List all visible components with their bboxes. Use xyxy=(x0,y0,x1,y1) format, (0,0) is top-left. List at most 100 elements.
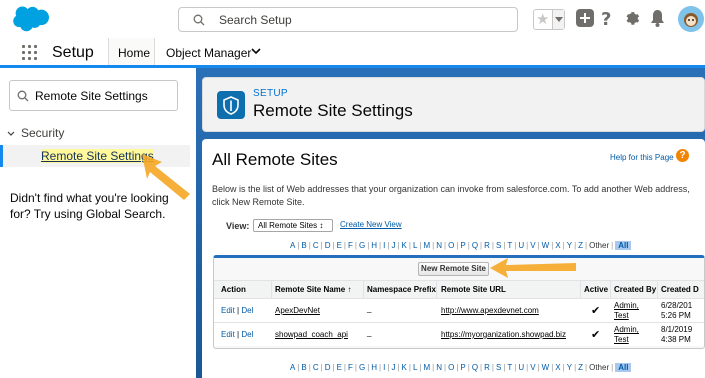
alpha-filter-letter[interactable]: Y xyxy=(567,363,572,372)
alpha-filter-letter[interactable]: A xyxy=(290,241,295,250)
alpha-filter-letter[interactable]: E xyxy=(337,363,342,372)
alpha-filter-letter[interactable]: T xyxy=(507,363,512,372)
help-link[interactable]: Help for this Page xyxy=(610,153,674,162)
delete-link[interactable]: Del xyxy=(241,306,253,315)
edit-link[interactable]: Edit xyxy=(221,306,235,315)
user-avatar[interactable] xyxy=(678,6,704,32)
delete-link[interactable]: Del xyxy=(241,330,253,339)
alpha-filter-other[interactable]: Other xyxy=(589,363,609,372)
alpha-filter-letter[interactable]: M xyxy=(423,241,430,250)
alpha-filter-letter[interactable]: S xyxy=(496,363,501,372)
alpha-filter-letter[interactable]: G xyxy=(359,241,365,250)
alpha-filter-letter[interactable]: K xyxy=(402,241,407,250)
main-content: All Remote Sites Help for this Page ? Be… xyxy=(202,139,705,378)
tree-item-label: Remote Site Settings xyxy=(41,149,154,163)
gear-icon[interactable] xyxy=(624,10,641,27)
col-created-date[interactable]: Created D xyxy=(661,285,699,294)
help-icon[interactable]: ? xyxy=(600,9,614,29)
created-by-link-line2[interactable]: Test xyxy=(614,335,629,344)
salesforce-logo[interactable] xyxy=(11,5,57,35)
remote-site-name-link[interactable]: ApexDevNet xyxy=(275,306,320,315)
help-question-icon[interactable]: ? xyxy=(676,149,689,162)
alpha-filter-letter[interactable]: R xyxy=(484,241,490,250)
remote-site-url[interactable]: http://www.apexdevnet.com xyxy=(441,306,539,315)
alpha-filter-letter[interactable]: J xyxy=(391,241,395,250)
alpha-filter-letter[interactable]: Z xyxy=(578,241,583,250)
created-by-link-line2[interactable]: Test xyxy=(614,311,629,320)
alpha-filter-all[interactable]: All xyxy=(615,363,632,372)
alpha-filter-letter[interactable]: P xyxy=(460,363,465,372)
alpha-filter-letter[interactable]: U xyxy=(518,241,524,250)
alpha-filter-letter[interactable]: O xyxy=(448,363,454,372)
alpha-filter-letter[interactable]: P xyxy=(460,241,465,250)
created-by-link[interactable]: Admin, xyxy=(614,301,639,310)
alpha-filter-letter[interactable]: N xyxy=(436,241,442,250)
alpha-filter-letter[interactable]: I xyxy=(383,241,385,250)
favorites-dropdown[interactable] xyxy=(552,10,564,29)
alpha-filter-letter[interactable]: Y xyxy=(567,241,572,250)
alpha-filter-letter[interactable]: E xyxy=(337,241,342,250)
created-by-link[interactable]: Admin, xyxy=(614,325,639,334)
global-actions-icon[interactable] xyxy=(576,9,594,27)
global-search-input[interactable]: Search Setup xyxy=(178,7,518,32)
alpha-filter-letter[interactable]: B xyxy=(301,241,306,250)
alpha-filter-letter[interactable]: C xyxy=(313,363,319,372)
col-namespace-prefix[interactable]: Namespace Prefix xyxy=(367,285,436,294)
chevron-down-icon[interactable] xyxy=(251,48,261,55)
tab-object-manager[interactable]: Object Manager xyxy=(166,46,251,60)
alpha-filter-letter[interactable]: D xyxy=(325,241,331,250)
app-launcher-icon[interactable] xyxy=(22,45,38,61)
remote-site-name-link[interactable]: showpad_coach_api xyxy=(275,330,348,339)
alpha-filter-letter[interactable]: U xyxy=(518,363,524,372)
alpha-filter-letter[interactable]: N xyxy=(436,363,442,372)
alpha-filter-letter[interactable]: G xyxy=(359,363,365,372)
alpha-filter-letter[interactable]: Z xyxy=(578,363,583,372)
alpha-filter-letter[interactable]: L xyxy=(413,241,417,250)
new-remote-site-button[interactable]: New Remote Site xyxy=(418,262,489,276)
alpha-filter-letter[interactable]: T xyxy=(507,241,512,250)
col-created-by[interactable]: Created By xyxy=(614,285,656,294)
alpha-filter-letter[interactable]: I xyxy=(383,363,385,372)
alpha-filter-letter[interactable]: X xyxy=(555,241,560,250)
table-header: Action Remote Site Name ↑ Namespace Pref… xyxy=(214,280,704,299)
alpha-filter-letter[interactable]: K xyxy=(402,363,407,372)
alpha-filter-letter[interactable]: S xyxy=(496,241,501,250)
alpha-filter-letter[interactable]: C xyxy=(313,241,319,250)
alpha-filter-letter[interactable]: L xyxy=(413,363,417,372)
alpha-filter-letter[interactable]: O xyxy=(448,241,454,250)
alpha-filter-letter[interactable]: X xyxy=(555,363,560,372)
tree-section-security[interactable]: Security xyxy=(7,126,64,140)
alpha-filter-all[interactable]: All xyxy=(615,241,632,250)
alpha-filter-letter[interactable]: W xyxy=(542,363,550,372)
quick-find-input[interactable]: Remote Site Settings xyxy=(9,80,178,111)
namespace-prefix: _ xyxy=(367,328,372,337)
alpha-filter-letter[interactable]: Q xyxy=(472,363,478,372)
favorites-button[interactable]: ★ xyxy=(533,9,565,30)
create-new-view-link[interactable]: Create New View xyxy=(340,220,402,229)
notifications-bell-icon[interactable] xyxy=(650,10,665,27)
col-remote-site-url[interactable]: Remote Site URL xyxy=(441,285,506,294)
alpha-filter-letter[interactable]: V xyxy=(530,363,535,372)
edit-link[interactable]: Edit xyxy=(221,330,235,339)
remote-site-url[interactable]: https://myorganization.showpad.biz xyxy=(441,330,566,339)
alpha-filter-letter[interactable]: R xyxy=(484,363,490,372)
alpha-filter-letter[interactable]: M xyxy=(423,363,430,372)
alpha-filter-letter[interactable]: F xyxy=(348,241,353,250)
alpha-filter-letter[interactable]: D xyxy=(325,363,331,372)
alpha-filter-other[interactable]: Other xyxy=(589,241,609,250)
view-select[interactable]: All Remote Sites ↕ xyxy=(253,219,333,232)
alpha-filter-letter[interactable]: F xyxy=(348,363,353,372)
alpha-filter-letter[interactable]: V xyxy=(530,241,535,250)
page-description: Below is the list of Web addresses that … xyxy=(212,184,690,207)
page-header: SETUP Remote Site Settings xyxy=(202,77,705,132)
alpha-filter-letter[interactable]: H xyxy=(371,363,377,372)
alpha-filter-letter[interactable]: Q xyxy=(472,241,478,250)
alpha-filter-letter[interactable]: J xyxy=(391,363,395,372)
alpha-filter-letter[interactable]: B xyxy=(301,363,306,372)
alpha-filter-letter[interactable]: W xyxy=(542,241,550,250)
col-active[interactable]: Active xyxy=(584,285,608,294)
alpha-filter-letter[interactable]: H xyxy=(371,241,377,250)
col-remote-site-name[interactable]: Remote Site Name ↑ xyxy=(275,285,351,294)
tab-home[interactable]: Home xyxy=(108,38,155,65)
alpha-filter-letter[interactable]: A xyxy=(290,363,295,372)
